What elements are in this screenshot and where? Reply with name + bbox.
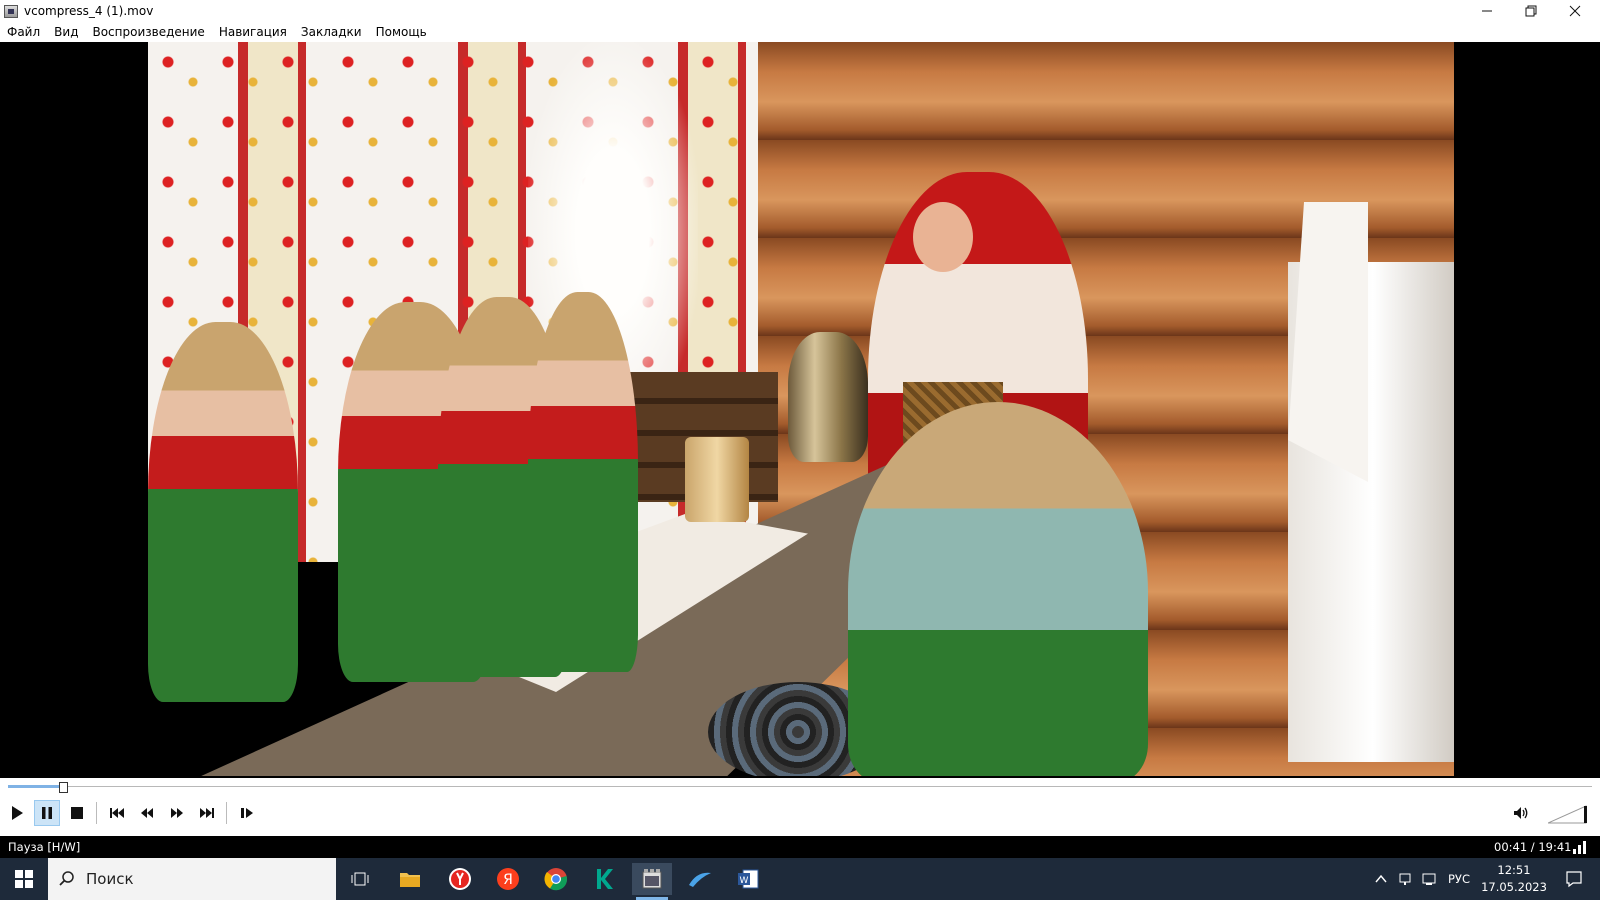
stop-button[interactable]: [64, 800, 90, 826]
minimize-button[interactable]: [1464, 0, 1510, 22]
seek-progress: [8, 785, 63, 788]
rewind-button[interactable]: [134, 800, 160, 826]
window-title: vcompress_4 (1).mov: [24, 4, 154, 18]
menu-help[interactable]: Помощь: [369, 25, 434, 39]
chrome-button[interactable]: [536, 863, 576, 895]
seek-thumb[interactable]: [59, 782, 68, 793]
restore-button[interactable]: [1508, 0, 1554, 22]
devices-icon[interactable]: [1398, 871, 1414, 887]
restore-icon: [1525, 5, 1537, 17]
kaspersky-icon: [597, 869, 613, 889]
video-frame: [148, 42, 1454, 776]
volume-slider[interactable]: [1548, 804, 1588, 824]
status-bar: Пауза [H/W] 00:41 / 19:41: [0, 836, 1600, 858]
clock[interactable]: 12:51 17.05.2023: [1478, 862, 1550, 896]
clock-date: 17.05.2023: [1481, 880, 1547, 894]
minimize-icon: [1482, 10, 1492, 12]
girl-figure: [528, 292, 638, 672]
network-icon: [1573, 841, 1586, 854]
search-box[interactable]: Поиск: [48, 858, 336, 900]
kaspersky-button[interactable]: [584, 863, 624, 895]
menu-navigation[interactable]: Навигация: [212, 25, 294, 39]
yandex-button[interactable]: Я: [488, 863, 528, 895]
play-icon: [12, 806, 23, 820]
girl-figure: [148, 322, 298, 702]
yandex-browser-button[interactable]: [440, 863, 480, 895]
video-area[interactable]: [0, 42, 1600, 778]
close-button[interactable]: [1552, 0, 1598, 22]
separator: [96, 802, 97, 824]
swoosh-icon: [689, 872, 711, 887]
frame-step-icon: [241, 808, 253, 818]
seek-bar[interactable]: [8, 786, 1592, 787]
play-button[interactable]: [4, 800, 30, 826]
skip-next-icon: [200, 808, 214, 818]
samovar: [788, 332, 868, 462]
search-icon: [59, 871, 74, 886]
task-view-icon: [351, 872, 369, 886]
menu-file[interactable]: Файл: [0, 25, 47, 39]
close-icon: [1569, 5, 1581, 17]
skip-previous-icon: [110, 808, 124, 818]
network-icon[interactable]: [1422, 871, 1438, 887]
menu-view[interactable]: Вид: [47, 25, 85, 39]
fast-forward-icon: [171, 808, 183, 818]
pause-button[interactable]: [34, 800, 60, 826]
taskbar: Поиск Я W РУС 12:51 17.05.2023: [0, 858, 1600, 900]
skip-next-button[interactable]: [194, 800, 220, 826]
explorer-button[interactable]: [390, 863, 430, 895]
svg-text:Я: Я: [503, 872, 513, 888]
fast-forward-button[interactable]: [164, 800, 190, 826]
playback-status: Пауза [H/W]: [8, 840, 81, 854]
pause-icon: [42, 807, 52, 819]
system-tray: РУС: [1374, 858, 1470, 900]
app-icon: [4, 4, 18, 18]
menu-playback[interactable]: Воспроизведение: [85, 25, 211, 39]
chevron-up-icon[interactable]: [1374, 872, 1388, 886]
language-indicator[interactable]: РУС: [1448, 872, 1470, 886]
menu-bar: Файл Вид Воспроизведение Навигация Закла…: [0, 22, 1600, 42]
mute-button[interactable]: [1508, 800, 1534, 826]
word-button[interactable]: W: [728, 863, 768, 895]
player-controls: [0, 778, 1600, 836]
task-view-button[interactable]: [340, 863, 380, 895]
chrome-icon: [544, 868, 568, 891]
media-player-button[interactable]: [632, 863, 672, 900]
svg-text:W: W: [740, 876, 749, 886]
yandex-icon: Я: [497, 868, 519, 890]
notification-icon: [1566, 871, 1582, 888]
menu-bookmarks[interactable]: Закладки: [294, 25, 369, 39]
separator: [226, 802, 227, 824]
time-readout: 00:41 / 19:41: [1494, 840, 1572, 854]
title-bar: vcompress_4 (1).mov: [0, 0, 1600, 22]
speaker-icon: [1514, 807, 1528, 819]
app-button[interactable]: [680, 863, 720, 895]
clock-time: 12:51: [1497, 863, 1531, 877]
word-icon: W: [738, 869, 759, 889]
windows-icon: [15, 870, 33, 888]
yandex-browser-icon: [449, 868, 471, 890]
start-button[interactable]: [0, 858, 48, 900]
skip-previous-button[interactable]: [104, 800, 130, 826]
woman-face: [913, 202, 973, 272]
folder-icon: [400, 873, 420, 887]
search-placeholder: Поиск: [86, 870, 134, 888]
girl-figure-front: [848, 402, 1148, 776]
film-icon: [642, 869, 662, 889]
frame-step-button[interactable]: [234, 800, 260, 826]
painted-jar: [685, 437, 749, 522]
rewind-icon: [141, 808, 153, 818]
notifications-button[interactable]: [1556, 863, 1592, 895]
stop-icon: [71, 807, 83, 819]
